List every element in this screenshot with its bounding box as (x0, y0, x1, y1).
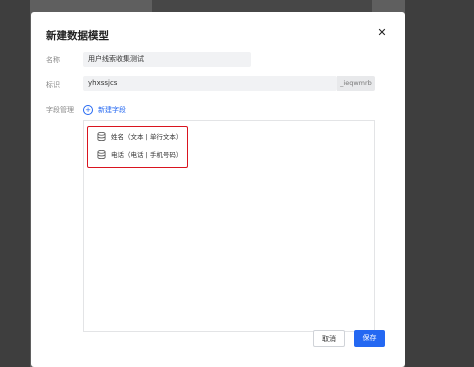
field-item-phone[interactable]: 电话（电话 | 手机号码） (97, 149, 182, 159)
name-field[interactable]: 用户线索收集测试 (83, 52, 251, 67)
field-item-name[interactable]: 姓名（文本 | 单行文本） (97, 131, 182, 141)
name-label: 名称 (46, 56, 60, 64)
fields-label: 字段管理 (46, 106, 74, 114)
add-field-label: 新建字段 (98, 105, 126, 114)
field-item-label: 电话（电话 | 手机号码） (111, 151, 183, 159)
dialog-title: 新建数据模型 (46, 30, 109, 42)
new-data-model-dialog: 新建数据模型 ✕ 名称 用户线索收集测试 标识 yhxssjcs _ieqwmr… (31, 12, 405, 367)
background-top (152, 0, 372, 12)
cancel-button[interactable]: 取消 (313, 330, 345, 347)
plus-circle-icon: + (83, 104, 93, 115)
id-label: 标识 (46, 81, 60, 89)
id-field[interactable]: yhxssjcs (83, 76, 337, 91)
close-icon[interactable]: ✕ (376, 26, 388, 40)
add-field-button[interactable]: + 新建字段 (83, 104, 126, 115)
save-button[interactable]: 保存 (354, 330, 385, 347)
background-left (0, 0, 30, 367)
id-suffix: _ieqwmrb (337, 76, 375, 91)
field-item-label: 姓名（文本 | 单行文本） (111, 133, 183, 141)
background-right (405, 0, 474, 367)
database-icon (97, 149, 106, 159)
database-icon (97, 131, 106, 141)
